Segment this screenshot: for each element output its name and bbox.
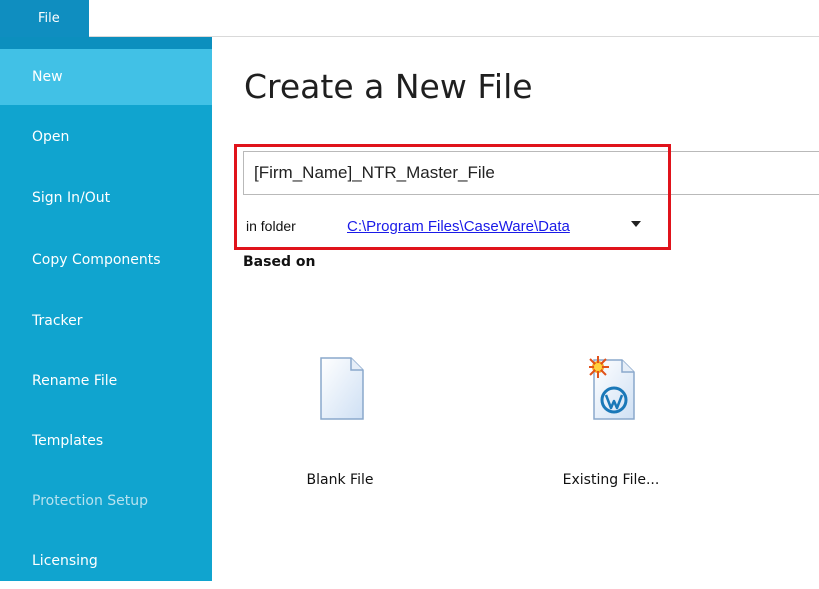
caseware-file-icon <box>589 356 635 420</box>
based-on-label: Based on <box>243 254 316 270</box>
sidebar-item-new[interactable]: New <box>0 49 212 105</box>
existing-file-tile[interactable]: Existing File... <box>541 356 681 516</box>
sidebar-item-rename-file[interactable]: Rename File <box>0 353 212 409</box>
sidebar-item-templates[interactable]: Templates <box>0 413 212 469</box>
file-tab[interactable]: File <box>0 0 89 37</box>
sidebar-item-protection-setup: Protection Setup <box>32 493 149 509</box>
blank-file-tile[interactable]: Blank File <box>270 356 410 516</box>
folder-path-link[interactable]: C:\Program Files\CaseWare\Data <box>347 218 570 235</box>
file-name-input[interactable] <box>244 152 819 194</box>
file-name-field-wrapper <box>243 151 819 195</box>
sidebar-item-open[interactable]: Open <box>0 109 212 165</box>
folder-dropdown-icon[interactable] <box>631 221 641 227</box>
sidebar-item-sign-in-out[interactable]: Sign In/Out <box>0 170 212 226</box>
existing-file-label: Existing File... <box>562 472 660 488</box>
page-title: Create a New File <box>244 67 533 106</box>
in-folder-label: in folder <box>246 218 296 234</box>
sidebar-top-strip <box>0 37 212 49</box>
backstage-sidebar: New Open Sign In/Out Copy Components Tra… <box>0 37 212 581</box>
sidebar-item-copy-components[interactable]: Copy Components <box>0 232 212 288</box>
sidebar-item-tracker[interactable]: Tracker <box>0 293 212 349</box>
blank-document-icon <box>320 357 364 420</box>
blank-file-label: Blank File <box>306 472 374 488</box>
menu-bar: File <box>0 0 819 37</box>
new-file-panel: Create a New File in folder C:\Program F… <box>212 37 819 581</box>
